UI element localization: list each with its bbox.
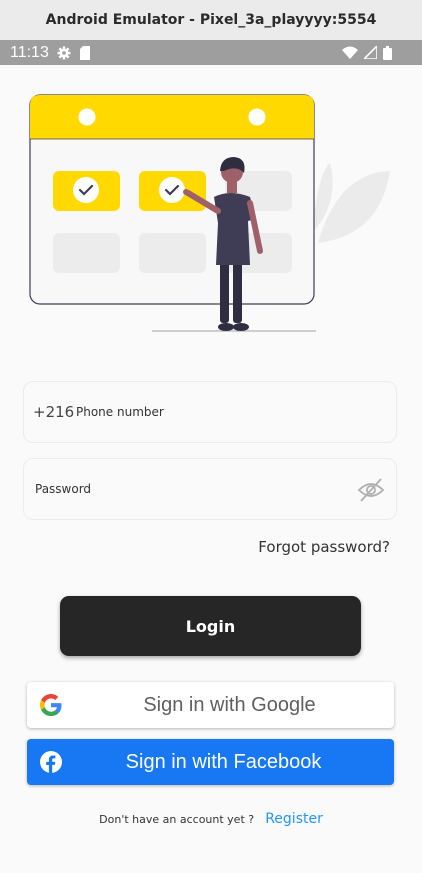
calendar-illustration — [29, 94, 390, 332]
settings-icon — [57, 46, 71, 59]
sign-in-facebook-button[interactable]: Sign in with Facebook — [27, 739, 394, 785]
forgot-password-link[interactable]: Forgot password? — [258, 538, 390, 556]
login-button-label: Login — [185, 616, 236, 636]
signal-icon — [364, 46, 377, 59]
google-button-label: Sign in with Google — [143, 693, 316, 716]
password-placeholder: Password — [35, 482, 92, 496]
leaf-decoration — [312, 163, 390, 243]
phone-number-placeholder: Phone number — [76, 405, 164, 419]
password-field[interactable]: Password — [23, 458, 397, 520]
login-button[interactable]: Login — [60, 596, 361, 656]
emulator-title-bar: Android Emulator - Pixel_3a_playyyy:5554 — [0, 0, 422, 41]
window-title: Android Emulator - Pixel_3a_playyyy:5554 — [45, 12, 377, 28]
wifi-icon — [342, 46, 358, 59]
phone-number-field[interactable]: +216 Phone number — [23, 381, 397, 443]
sign-in-google-button[interactable]: Sign in with Google — [27, 682, 394, 728]
battery-icon — [383, 45, 392, 60]
status-time: 11:13 — [10, 43, 49, 61]
country-code-prefix: +216 — [33, 403, 75, 421]
sd-card-icon — [79, 45, 90, 60]
eye-off-icon[interactable] — [357, 477, 385, 503]
status-bar: 11:13 — [0, 40, 422, 65]
no-account-text: Don't have an account yet ? — [99, 813, 255, 826]
register-link[interactable]: Register — [265, 811, 323, 827]
register-prompt: Don't have an account yet ? Register — [0, 808, 422, 827]
facebook-button-label: Sign in with Facebook — [125, 751, 322, 773]
login-screen: +216 Phone number Password Forgot passwo… — [0, 65, 422, 873]
